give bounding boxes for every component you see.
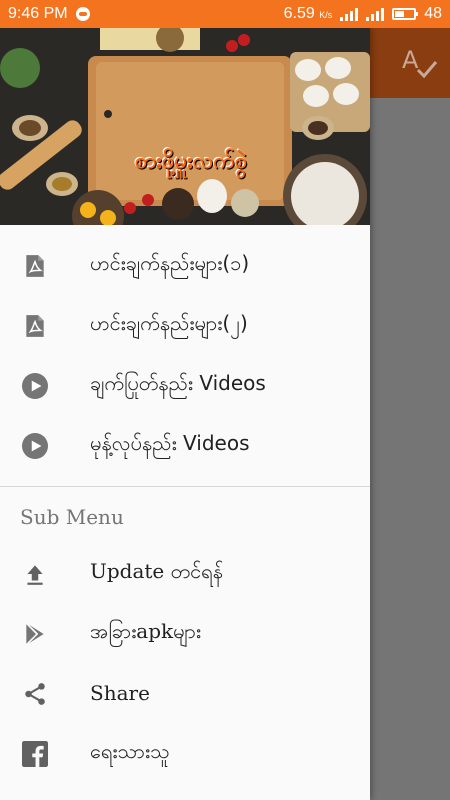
spellcheck-icon[interactable]: A	[400, 42, 440, 82]
drawer-header: စားဖို့မှူးလက်စွဲ	[0, 28, 370, 225]
menu-item-label: ချက်ပြုတ်နည်း Videos	[90, 371, 266, 395]
menu-item-label: မုန့်လုပ်နည်း Videos	[90, 431, 250, 455]
battery-icon	[392, 8, 419, 20]
status-bar: 9:46 PM 6.59 K/s 48	[0, 0, 450, 28]
play-store-icon	[25, 622, 44, 646]
menu-item-share[interactable]: Share	[0, 663, 370, 723]
menu-item-recipes-1[interactable]: ဟင်းချက်နည်းများ(၁)	[0, 235, 370, 295]
pdf-icon	[26, 255, 44, 277]
battery-level: 48	[424, 5, 442, 22]
drawer-scrim[interactable]	[370, 98, 450, 800]
main-menu: ဟင်းချက်နည်းများ(၁) ဟင်းချက်နည်းများ(၂) …	[0, 225, 370, 475]
network-speed-unit: K/s	[319, 10, 333, 20]
play-icon	[22, 433, 48, 459]
menu-item-label: ရေးသားသူ	[90, 739, 170, 763]
share-icon	[25, 683, 45, 705]
menu-item-other-apks[interactable]: အခြားapkများ	[0, 603, 370, 663]
submenu-heading: Sub Menu	[20, 505, 124, 529]
signal-icon-2	[366, 7, 385, 21]
svg-text:A: A	[402, 46, 419, 74]
navigation-drawer: စားဖို့မှူးလက်စွဲ ဟင်းချက်နည်းများ(၁) ဟင…	[0, 28, 370, 800]
menu-item-baking-videos[interactable]: မုန့်လုပ်နည်း Videos	[0, 415, 370, 475]
network-speed: 6.59 K/s	[283, 5, 333, 22]
menu-item-label: Share	[90, 681, 150, 705]
menu-item-cooking-videos[interactable]: ချက်ပြုတ်နည်း Videos	[0, 355, 370, 415]
play-icon	[22, 373, 48, 399]
menu-item-update[interactable]: Update တင်ရန်	[0, 543, 370, 603]
menu-item-label: Update တင်ရန်	[90, 559, 224, 583]
menu-item-label: ဟင်းချက်နည်းများ(၁)	[90, 251, 250, 275]
menu-item-author[interactable]: ရေးသားသူ	[0, 723, 370, 783]
menu-item-label: အခြားapkများ	[90, 619, 202, 643]
pdf-icon	[26, 315, 44, 337]
menu-item-recipes-2[interactable]: ဟင်းချက်နည်းများ(၂)	[0, 295, 370, 355]
facebook-icon	[22, 741, 48, 767]
upload-icon	[27, 565, 43, 585]
status-time: 9:46 PM	[8, 5, 68, 22]
sub-menu: Update တင်ရန် အခြားapkများ Share ရေးသားသ…	[0, 543, 370, 783]
app-title: စားဖို့မှူးလက်စွဲ	[134, 149, 248, 174]
menu-item-label: ဟင်းချက်နည်းများ(၂)	[90, 311, 248, 335]
notification-icon	[75, 7, 90, 21]
header-image	[0, 28, 370, 225]
signal-icon	[340, 7, 359, 21]
